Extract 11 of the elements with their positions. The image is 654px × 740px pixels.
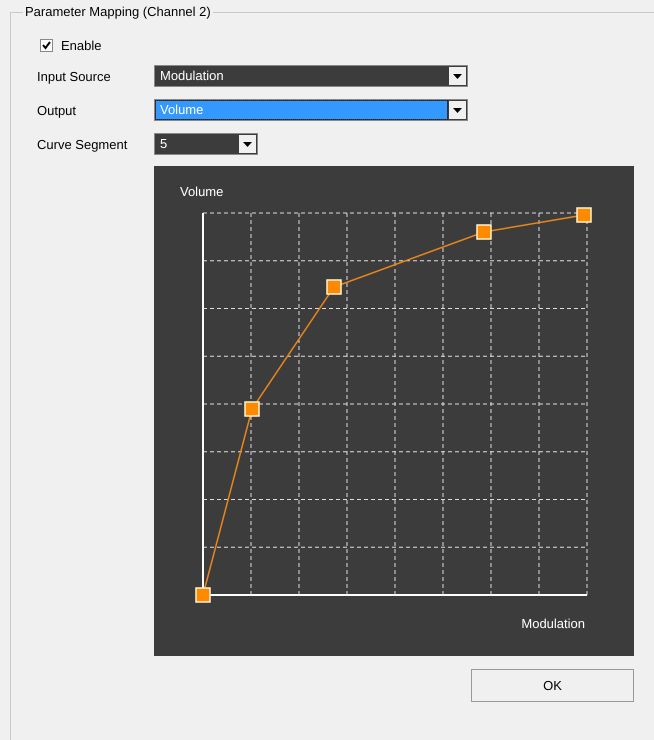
enable-label: Enable xyxy=(61,38,102,52)
checkbox[interactable] xyxy=(40,38,53,52)
x-axis-label: Modulation xyxy=(521,616,585,631)
dropdown[interactable]: 5 xyxy=(154,133,258,155)
dropdown[interactable]: Modulation xyxy=(154,65,468,87)
y-axis-label: Volume xyxy=(180,184,224,199)
field-label: Output xyxy=(37,102,78,118)
ok-button[interactable]: OK xyxy=(471,669,634,702)
field-label: Curve Segment xyxy=(37,136,128,152)
group-title: Parameter Mapping (Channel 2) xyxy=(23,4,213,19)
field-label: Input Source xyxy=(37,68,112,84)
